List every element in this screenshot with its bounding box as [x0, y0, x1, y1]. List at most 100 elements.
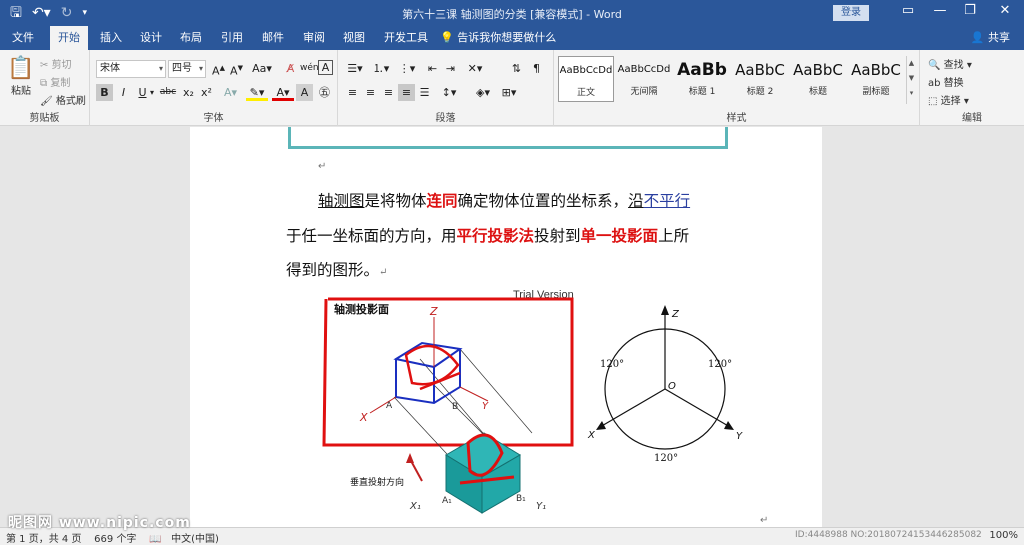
underline-dropdown-icon[interactable]: ▾ — [148, 84, 156, 101]
restore-icon[interactable]: ❐ — [960, 3, 980, 18]
chinese-layout-icon[interactable]: ✕▾ — [464, 60, 486, 77]
close-icon[interactable]: ✕ — [995, 3, 1015, 18]
style-normal[interactable]: AaBbCcDd 正文 — [558, 56, 614, 102]
shrink-font-icon[interactable]: A▼ — [228, 60, 245, 78]
styles-group-label: 样式 — [726, 113, 747, 124]
word-count[interactable]: 669 个字 — [94, 534, 136, 545]
sort-icon[interactable]: ⇅ — [508, 60, 525, 77]
styles-scroll[interactable]: ▲ ▼ ▾ — [906, 56, 916, 104]
angle-left-label: 120° — [600, 359, 624, 370]
right-origin-label: O — [668, 381, 676, 392]
align-left-icon[interactable]: ≡ — [344, 84, 361, 101]
line-spacing-icon[interactable]: ↕▾ — [438, 84, 460, 101]
clipboard-group: 📋 粘贴 ✂ 剪切 ⧉ 复制 🖌 格式刷 剪贴板 — [0, 50, 90, 126]
font-group: 宋体 ▾ 四号 ▾ A▲ A▼ Aa▾ A̸ wén A B I U ▾ abc x… — [90, 50, 338, 126]
tell-me-label: 告诉我你想要做什么 — [457, 31, 557, 44]
zoom-level[interactable]: 100% — [989, 530, 1018, 541]
tab-mailings[interactable]: 邮件 — [254, 26, 292, 50]
point-a1-label: A₁ — [442, 496, 452, 506]
tell-me-search[interactable]: 💡 告诉我你想要做什么 — [440, 26, 556, 50]
tab-home[interactable]: 开始 — [50, 26, 88, 50]
distributed-icon[interactable]: ☰ — [416, 84, 433, 101]
page-count[interactable]: 第 1 页，共 4 页 — [6, 534, 81, 545]
document-page[interactable]: ↵ 轴测图是将物体连同确定物体位置的坐标系，沿不平行 于任一坐标面的方向，用平行… — [190, 127, 822, 527]
align-center-icon[interactable]: ≡ — [362, 84, 379, 101]
tab-developer[interactable]: 开发工具 — [376, 26, 436, 50]
tab-insert[interactable]: 插入 — [92, 26, 130, 50]
multilevel-list-icon[interactable]: ⋮▾ — [396, 60, 418, 77]
bold-button[interactable]: B — [96, 84, 113, 101]
shading-icon[interactable]: ◈▾ — [472, 84, 494, 101]
numbering-icon[interactable]: ⒈▾ — [370, 60, 392, 77]
share-button[interactable]: 👤 共享 — [971, 26, 1010, 50]
superscript-button[interactable]: x² — [198, 84, 215, 101]
tab-file[interactable]: 文件 — [4, 26, 42, 50]
font-color-icon[interactable]: A▾ — [272, 84, 294, 101]
language-status[interactable]: 中文(中国) — [171, 534, 219, 545]
styles-group: AaBbCcDd 正文 AaBbCcDd 无间隔 AaBb 标题 1 AaBbC… — [554, 50, 920, 126]
subscript-button[interactable]: x₂ — [180, 84, 197, 101]
clipboard-group-label: 剪贴板 — [29, 113, 60, 124]
copy-button[interactable]: ⧉ 复制 — [40, 74, 70, 89]
show-marks-icon[interactable]: ¶ — [528, 60, 545, 77]
grow-font-icon[interactable]: A▲ — [210, 60, 227, 78]
character-shading-icon[interactable]: A — [296, 84, 313, 101]
style-no-spacing[interactable]: AaBbCcDd 无间隔 — [616, 56, 672, 102]
clear-format-icon[interactable]: A̸ — [282, 60, 299, 77]
point-b1-label: B₁ — [516, 494, 526, 504]
enclose-character-icon[interactable]: ㊄ — [316, 84, 333, 101]
select-button[interactable]: ⬚ 选择 ▾ — [928, 92, 969, 107]
proofing-icon[interactable]: 📖 — [149, 534, 161, 545]
editing-group: 🔍 查找 ▾ ab 替换 ⬚ 选择 ▾ 编辑 — [920, 50, 1024, 126]
style-title[interactable]: AaBbC 标题 — [790, 56, 846, 102]
increase-indent-icon[interactable]: ⇥ — [442, 60, 459, 77]
clipboard-icon: 📋 — [7, 56, 35, 81]
strikethrough-button[interactable]: abc — [158, 84, 178, 101]
tab-design[interactable]: 设计 — [132, 26, 170, 50]
cut-button[interactable]: ✂ 剪切 — [40, 56, 72, 71]
lightbulb-icon: 💡 — [440, 31, 454, 44]
body-line-2[interactable]: 于任一坐标面的方向，用平行投影法投射到单一投影面上所 — [286, 224, 689, 246]
tab-view[interactable]: 视图 — [335, 26, 373, 50]
find-button[interactable]: 🔍 查找 ▾ — [928, 56, 972, 71]
format-painter-button[interactable]: 🖌 格式刷 — [40, 92, 86, 107]
minimize-icon[interactable]: — — [930, 3, 950, 18]
axonometric-figure: 轴测投影面 Z X Y A B A₁ B₁ X₁ Y₁ 垂直投射方向 Z O X… — [322, 297, 743, 514]
tab-layout[interactable]: 布局 — [172, 26, 210, 50]
status-left: 第 1 页，共 4 页 669 个字 📖 中文(中国) — [6, 530, 219, 545]
tab-references[interactable]: 引用 — [213, 26, 251, 50]
character-border-icon[interactable]: A — [318, 60, 333, 75]
previous-figure-frame — [288, 127, 728, 149]
phonetic-guide-icon[interactable]: wén — [300, 60, 319, 77]
bullets-icon[interactable]: ☰▾ — [344, 60, 366, 77]
paragraph-group-label: 段落 — [435, 113, 456, 124]
justify-icon[interactable]: ≡ — [398, 84, 415, 101]
right-axis-y-label: Y — [736, 431, 743, 442]
tab-review[interactable]: 审阅 — [295, 26, 333, 50]
text-effects-icon[interactable]: A▾ — [222, 84, 239, 101]
style-subtitle[interactable]: AaBbC 副标题 — [848, 56, 904, 102]
decrease-indent-icon[interactable]: ⇤ — [424, 60, 441, 77]
replace-button[interactable]: ab 替换 — [928, 74, 964, 89]
body-line-1[interactable]: 轴测图是将物体连同确定物体位置的坐标系，沿不平行 — [318, 189, 690, 211]
font-size-select[interactable]: 四号 ▾ — [168, 60, 206, 78]
style-heading-1[interactable]: AaBb 标题 1 — [674, 56, 730, 102]
paragraph-mark: ↵ — [318, 161, 327, 172]
axis-x1-label: X₁ — [409, 501, 421, 512]
body-line-3[interactable]: 得到的图形。↵ — [286, 258, 387, 280]
axis-y-label: Y — [482, 401, 489, 412]
highlight-icon[interactable]: ✎▾ — [246, 84, 268, 101]
align-right-icon[interactable]: ≡ — [380, 84, 397, 101]
ribbon: 📋 粘贴 ✂ 剪切 ⧉ 复制 🖌 格式刷 剪贴板 宋体 ▾ 四号 ▾ A▲ A▼ A… — [0, 50, 1024, 126]
change-case-icon[interactable]: Aa▾ — [250, 60, 274, 77]
borders-icon[interactable]: ⊞▾ — [498, 84, 520, 101]
ribbon-options-icon[interactable]: ▭ — [898, 3, 918, 18]
italic-button[interactable]: I — [115, 84, 132, 101]
font-group-label: 字体 — [203, 113, 224, 124]
paste-button[interactable]: 📋 粘贴 — [6, 56, 36, 97]
style-heading-2[interactable]: AaBbC 标题 2 — [732, 56, 788, 102]
point-a-label: A — [386, 401, 393, 411]
login-button[interactable]: 登录 — [833, 5, 869, 21]
site-watermark: 昵图网 www.nipic.com — [8, 515, 191, 531]
font-name-select[interactable]: 宋体 ▾ — [96, 60, 166, 78]
